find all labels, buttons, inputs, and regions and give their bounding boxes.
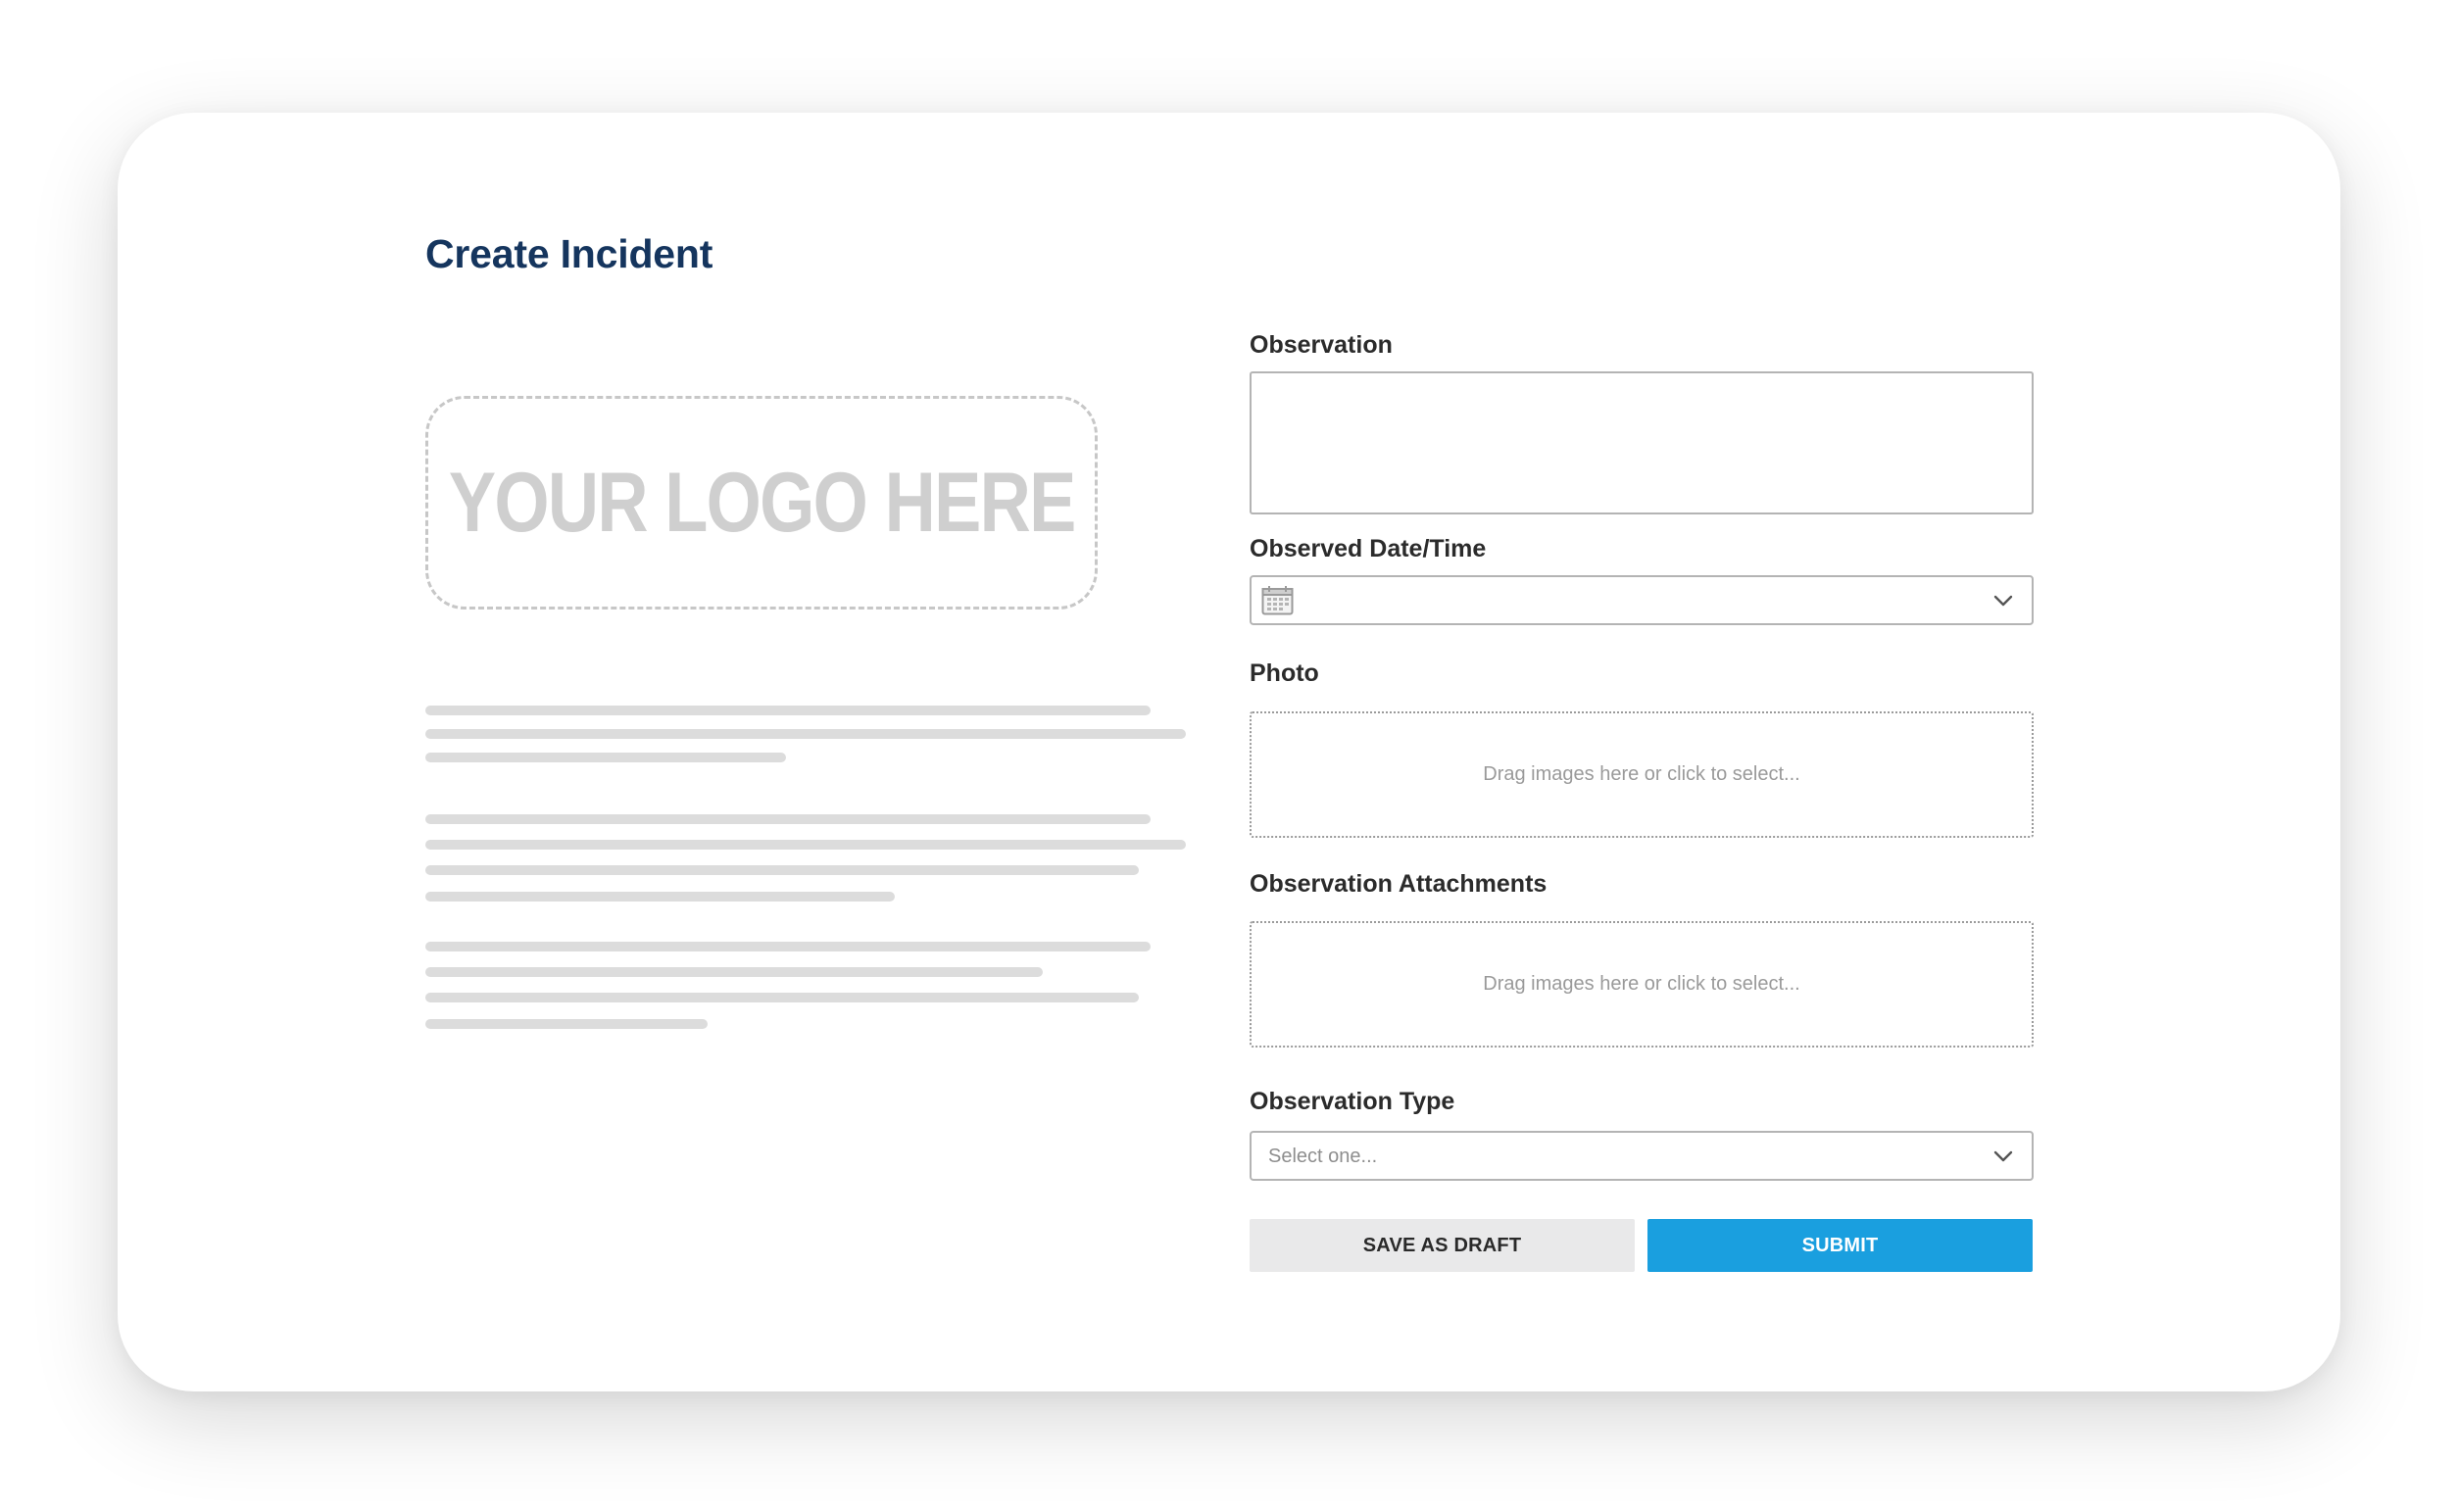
chevron-down-icon (1993, 1150, 2013, 1162)
placeholder-line (425, 753, 786, 762)
placeholder-line (425, 967, 1043, 977)
submit-button[interactable]: SUBMIT (1647, 1219, 2033, 1272)
placeholder-line (425, 993, 1139, 1002)
logo-placeholder: YOUR LOGO HERE (425, 396, 1098, 610)
attachments-dropzone[interactable]: Drag images here or click to select... (1250, 921, 2034, 1048)
chevron-down-icon (1993, 595, 2013, 607)
placeholder-line (425, 840, 1186, 850)
photo-dropzone[interactable]: Drag images here or click to select... (1250, 711, 2034, 838)
observed-datetime-picker[interactable] (1250, 575, 2034, 625)
placeholder-line (425, 729, 1186, 739)
photo-label: Photo (1250, 659, 1319, 687)
observation-type-label: Observation Type (1250, 1088, 1455, 1115)
attachments-dropzone-text: Drag images here or click to select... (1483, 973, 1800, 995)
photo-dropzone-text: Drag images here or click to select... (1483, 763, 1800, 785)
logo-text: YOUR LOGO HERE (448, 455, 1076, 550)
observed-datetime-label: Observed Date/Time (1250, 535, 1487, 562)
observation-textarea[interactable] (1250, 371, 2034, 514)
observation-type-placeholder: Select one... (1268, 1146, 1378, 1167)
observation-type-select[interactable]: Select one... (1250, 1131, 2034, 1181)
placeholder-line (425, 942, 1151, 951)
placeholder-line (425, 706, 1151, 715)
save-as-draft-button[interactable]: SAVE AS DRAFT (1250, 1219, 1635, 1272)
observation-label: Observation (1250, 331, 1393, 359)
attachments-label: Observation Attachments (1250, 870, 1548, 898)
placeholder-line (425, 814, 1151, 824)
calendar-icon (1261, 586, 1294, 615)
placeholder-line (425, 1019, 708, 1029)
placeholder-line (425, 892, 895, 902)
placeholder-line (425, 865, 1139, 875)
page-title: Create Incident (425, 231, 713, 276)
